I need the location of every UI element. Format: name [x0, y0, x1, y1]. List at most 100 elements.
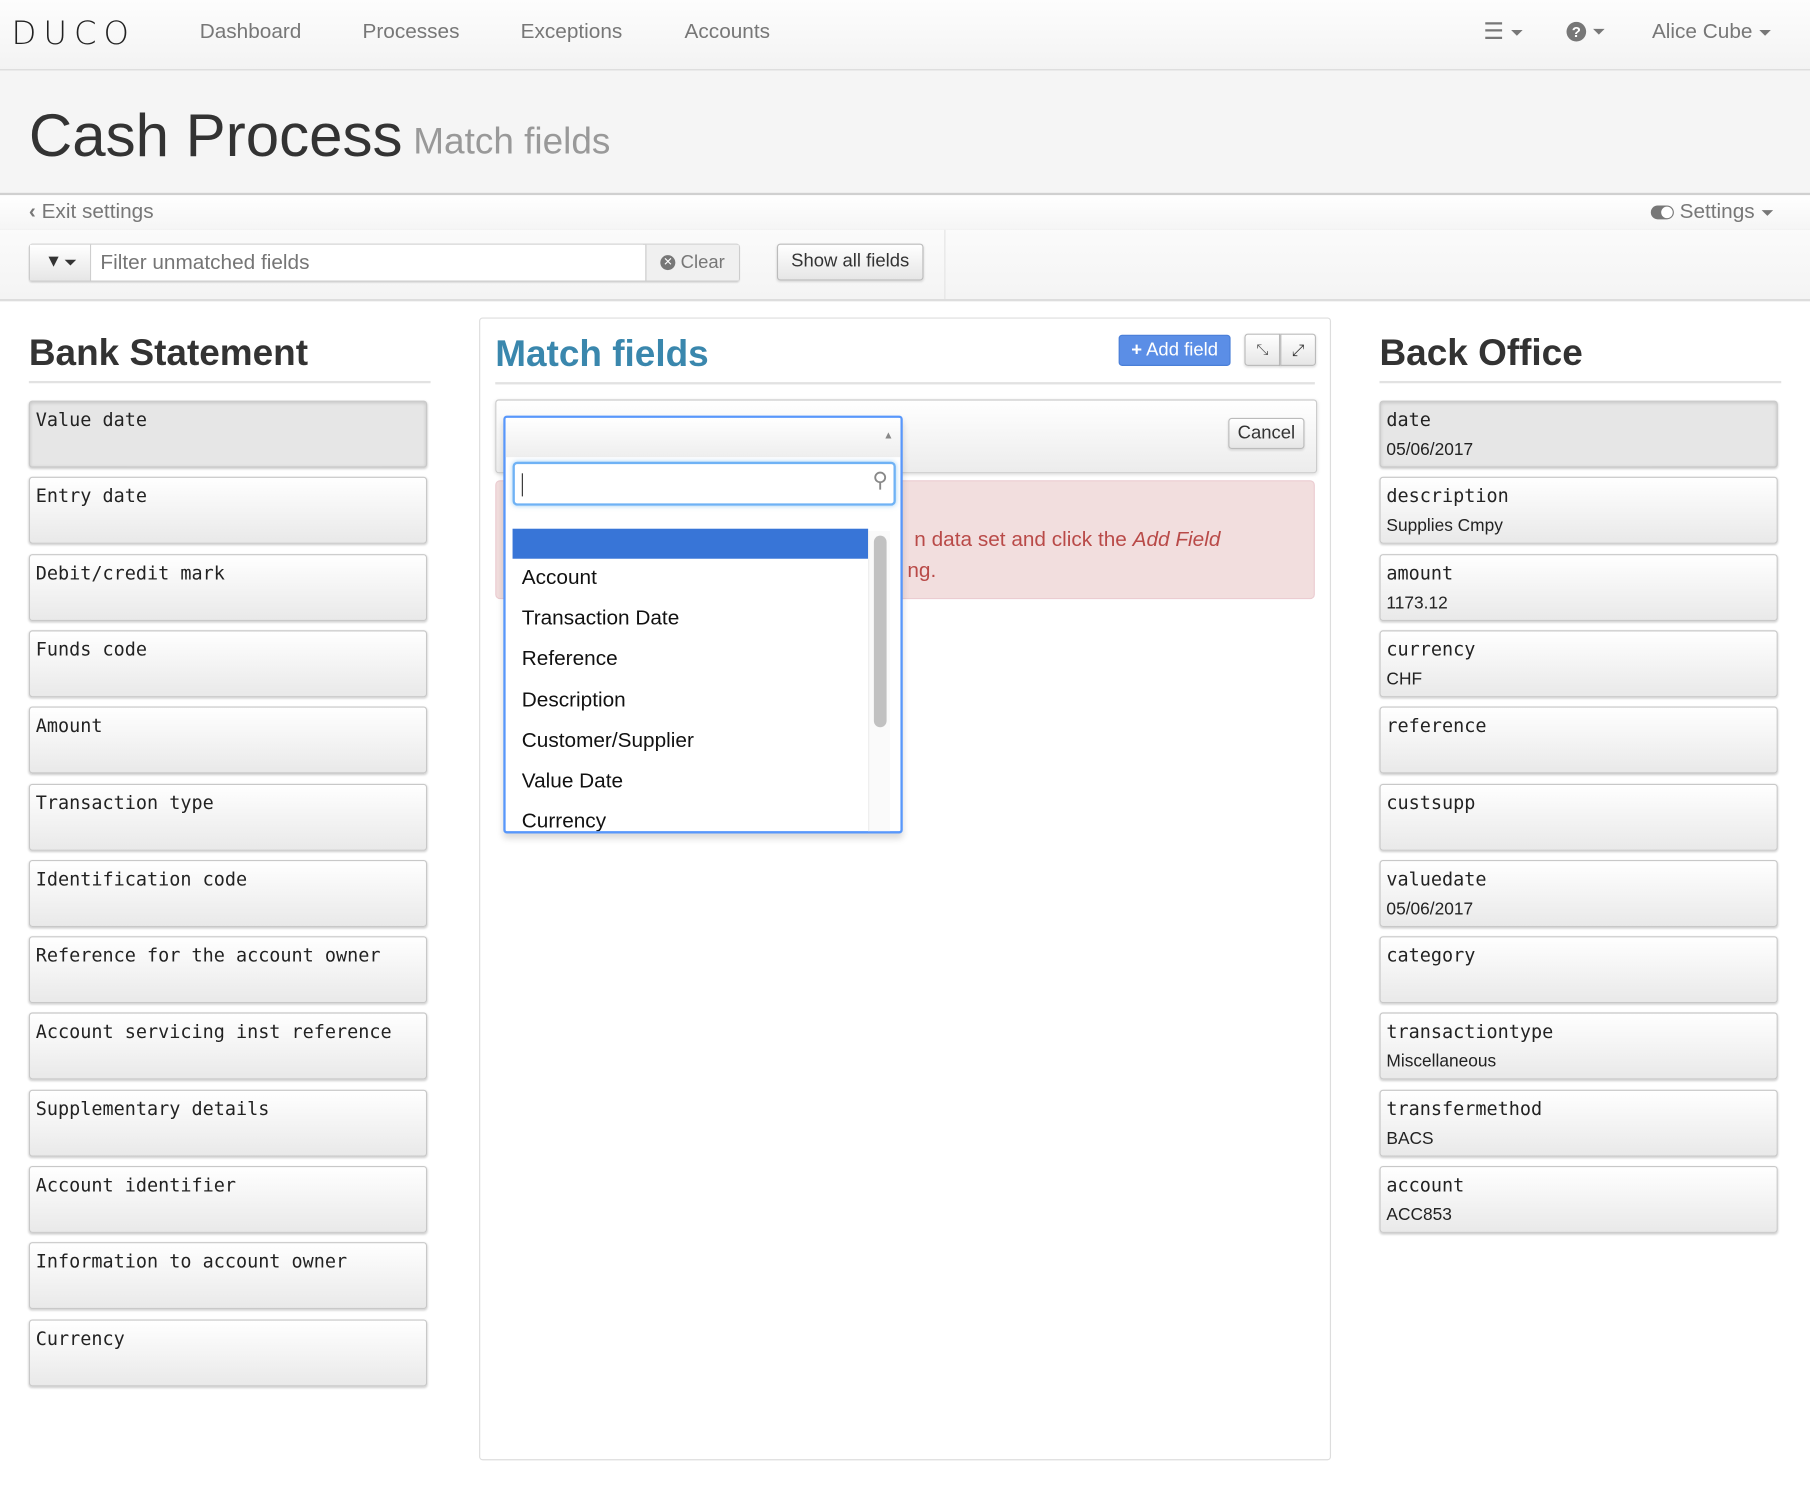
- plus-icon: +: [1131, 340, 1142, 361]
- caret-down-icon: [1511, 30, 1523, 37]
- bank-statement-heading: Bank Statement: [28, 331, 309, 373]
- add-field-label: Add field: [1146, 340, 1218, 361]
- show-all-fields-button[interactable]: Show all fields: [776, 243, 924, 281]
- alert-text-line1: n data set and click the Add Field: [914, 528, 1220, 552]
- field-card[interactable]: Amount: [28, 706, 428, 774]
- settings-dropdown[interactable]: Settings: [1650, 199, 1774, 224]
- user-dropdown[interactable]: Alice Cube: [1652, 20, 1771, 44]
- field-card[interactable]: custsupp: [1379, 783, 1778, 851]
- field-label: Debit/credit mark: [35, 561, 225, 584]
- field-card[interactable]: Debit/credit mark: [28, 553, 428, 621]
- field-label: valuedate: [1386, 867, 1487, 890]
- nav-dashboard[interactable]: Dashboard: [200, 20, 302, 44]
- field-label: Reference for the account owner: [35, 944, 381, 967]
- help-dropdown[interactable]: ?: [1566, 18, 1605, 42]
- nav-exceptions[interactable]: Exceptions: [521, 20, 623, 44]
- clear-button[interactable]: ✕ Clear: [645, 244, 739, 281]
- filter-unmatched-fields-input[interactable]: [91, 244, 644, 281]
- add-field-button[interactable]: + Add field: [1118, 334, 1231, 366]
- field-card[interactable]: account ACC853: [1379, 1165, 1778, 1233]
- field-card[interactable]: date 05/06/2017: [1379, 400, 1778, 468]
- match-fields-panel: Match fields + Add field ⤡ ⤢ Cancel n da…: [479, 317, 1332, 1461]
- field-card[interactable]: transactiontype Miscellaneous: [1379, 1012, 1778, 1080]
- field-label: Supplementary details: [35, 1097, 270, 1120]
- field-label: custsupp: [1386, 791, 1476, 814]
- select-trigger[interactable]: ▲: [505, 417, 901, 458]
- field-label: category: [1386, 944, 1476, 967]
- field-sample-value: CHF: [1386, 669, 1423, 690]
- field-sample-value: 05/06/2017: [1386, 439, 1474, 460]
- field-card[interactable]: Supplementary details: [28, 1089, 428, 1157]
- clear-icon: ✕: [660, 255, 676, 271]
- field-label: Value date: [35, 408, 147, 431]
- field-card[interactable]: Value date: [28, 400, 428, 468]
- field-sample-value: BACS: [1386, 1128, 1434, 1149]
- dropdown-option[interactable]: Description: [513, 688, 869, 718]
- settings-label: Settings: [1679, 199, 1755, 223]
- clear-label: Clear: [680, 252, 725, 273]
- top-navbar: DUCO Dashboard Processes Exceptions Acco…: [0, 0, 1810, 71]
- dropdown-option[interactable]: Customer/Supplier: [513, 728, 869, 758]
- alert-text-line2: ng.: [907, 558, 937, 582]
- nav-accounts[interactable]: Accounts: [685, 20, 770, 44]
- text-cursor: [521, 473, 523, 497]
- dropdown-option[interactable]: Value Date: [513, 769, 869, 799]
- filter-type-button[interactable]: ▼: [30, 244, 92, 281]
- field-card[interactable]: Identification code: [28, 859, 428, 927]
- hamburger-icon: ☰: [1483, 19, 1505, 46]
- field-label: Transaction type: [35, 791, 214, 814]
- caret-down-icon: [1761, 209, 1774, 216]
- field-label: date: [1386, 408, 1431, 431]
- divider: [495, 382, 1315, 385]
- field-label: transfermethod: [1386, 1097, 1543, 1120]
- cancel-button[interactable]: Cancel: [1228, 417, 1305, 450]
- scrollbar-thumb[interactable]: [873, 535, 887, 728]
- field-label: currency: [1386, 638, 1476, 661]
- field-label: transactiontype: [1386, 1020, 1554, 1043]
- field-card[interactable]: currency CHF: [1379, 630, 1778, 698]
- compress-button[interactable]: ⤡: [1244, 333, 1281, 366]
- field-label: Funds code: [35, 638, 147, 661]
- field-card[interactable]: valuedate 05/06/2017: [1379, 859, 1778, 927]
- field-label: Entry date: [35, 485, 147, 508]
- dropdown-scrollbar[interactable]: [868, 531, 891, 832]
- divider: [28, 380, 431, 384]
- field-label: account: [1386, 1174, 1465, 1196]
- dropdown-search-input[interactable]: ⚲: [512, 461, 896, 506]
- field-label: description: [1386, 485, 1509, 508]
- dropdown-option[interactable]: Reference: [513, 647, 869, 677]
- page-subtitle: Match fields: [413, 120, 611, 162]
- field-card[interactable]: transfermethod BACS: [1379, 1089, 1778, 1157]
- field-card[interactable]: Reference for the account owner: [28, 936, 428, 1004]
- field-card[interactable]: Account servicing inst reference: [28, 1012, 428, 1080]
- menu-dropdown[interactable]: ☰: [1483, 17, 1523, 46]
- field-select-dropdown[interactable]: ▲ ⚲ Account Transaction Date Reference Desc…: [503, 415, 903, 834]
- user-name: Alice Cube: [1651, 19, 1753, 43]
- field-label: Currency: [35, 1327, 125, 1350]
- dropdown-option[interactable]: Currency: [513, 809, 869, 831]
- field-label: amount: [1386, 561, 1454, 584]
- duco-logo[interactable]: DUCO: [12, 14, 136, 52]
- field-card[interactable]: Information to account owner: [28, 1242, 428, 1310]
- nav-processes[interactable]: Processes: [362, 20, 459, 44]
- field-card[interactable]: Transaction type: [28, 783, 428, 851]
- compress-icon: ⤡: [1256, 340, 1269, 358]
- expand-button[interactable]: ⤢: [1280, 333, 1317, 366]
- alert-text: n data set and click the: [914, 527, 1133, 551]
- exit-settings-link[interactable]: ‹ Exit settings: [29, 200, 154, 224]
- field-card[interactable]: Funds code: [28, 630, 428, 698]
- dropdown-option[interactable]: Account: [513, 566, 869, 596]
- field-card[interactable]: category: [1379, 936, 1778, 1004]
- match-fields-heading: Match fields: [495, 332, 709, 375]
- field-card[interactable]: Entry date: [28, 477, 428, 545]
- dropdown-option[interactable]: Transaction Date: [513, 606, 869, 636]
- field-card[interactable]: Currency: [28, 1319, 428, 1386]
- field-card[interactable]: Account identifier: [28, 1165, 428, 1233]
- dropdown-option[interactable]: [512, 528, 869, 559]
- exit-settings-label: Exit settings: [41, 199, 154, 223]
- settings-bar: ‹ Exit settings Settings: [0, 192, 1810, 233]
- field-card[interactable]: reference: [1379, 706, 1778, 774]
- field-label: Amount: [35, 714, 103, 737]
- field-card[interactable]: amount 1173.12: [1379, 553, 1778, 621]
- field-card[interactable]: description Supplies Cmpy: [1379, 477, 1778, 545]
